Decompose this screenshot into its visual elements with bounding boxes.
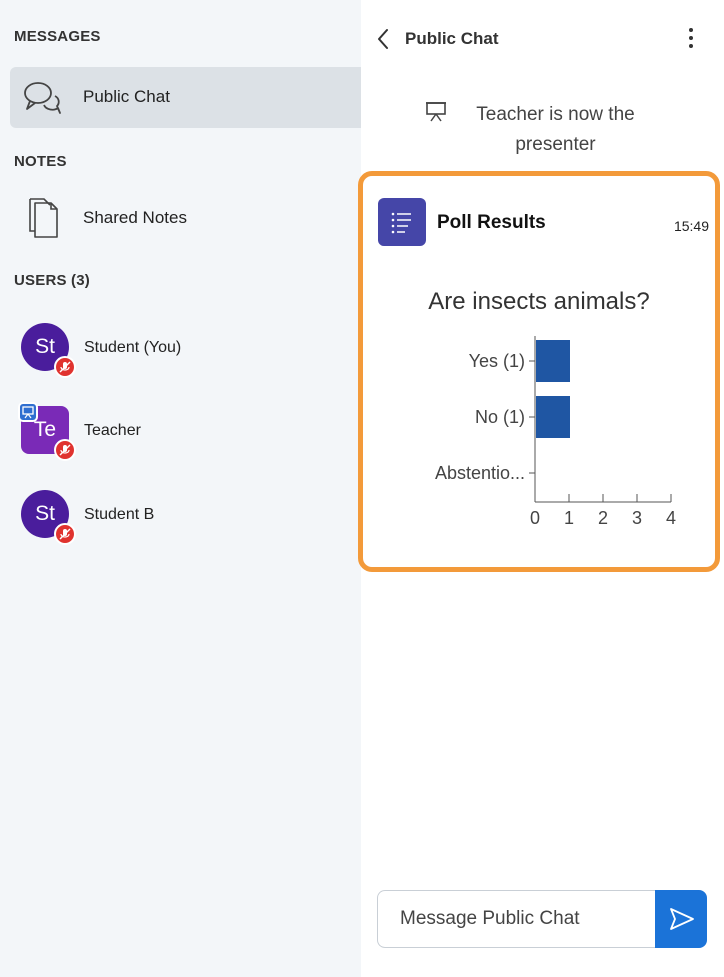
notes-section-title: NOTES <box>14 153 67 170</box>
document-copy-icon <box>29 198 58 238</box>
user-name: Student (You) <box>84 339 182 356</box>
sidebar: MESSAGES Public Chat NOTES Shared Notes … <box>0 0 361 977</box>
sidebar-item-label: Public Chat <box>83 87 170 106</box>
message-timestamp: 15:49 <box>673 218 709 234</box>
muted-microphone-icon <box>54 356 76 378</box>
sidebar-item-label: Shared Notes <box>83 208 187 227</box>
messages-section-title: MESSAGES <box>14 28 101 45</box>
poll-results-chart: Yes (1) No (1) Abstentio... 0 1 2 3 4 <box>435 336 676 528</box>
muted-microphone-icon <box>54 439 76 461</box>
user-list-item[interactable]: St Student B <box>0 485 361 545</box>
system-message: Teacher is now the presenter <box>361 100 724 160</box>
poll-list-icon <box>378 198 426 246</box>
poll-question: Are insects animals? <box>428 288 650 315</box>
panel-title: Public Chat <box>405 29 499 48</box>
poll-title: Poll Results <box>437 212 546 233</box>
presenter-note-text: Teacher is now the presenter <box>476 104 635 155</box>
chat-panel: Public Chat Teacher is now the presenter… <box>358 0 724 977</box>
presentation-icon <box>425 102 446 122</box>
x-tick-label: 3 <box>632 508 642 528</box>
x-tick-label: 4 <box>666 508 676 528</box>
chat-bubbles-icon <box>24 82 61 114</box>
x-tick-label: 1 <box>564 508 574 528</box>
bar <box>536 396 570 438</box>
presenter-icon <box>18 402 38 422</box>
more-options-icon[interactable] <box>679 24 703 52</box>
user-list-item[interactable]: St Student (You) <box>0 318 361 378</box>
bar <box>536 340 570 382</box>
send-arrow-icon <box>670 908 694 930</box>
message-input[interactable]: Message Public Chat <box>377 890 657 948</box>
user-name: Teacher <box>84 422 141 439</box>
back-chevron-icon[interactable] <box>373 26 393 52</box>
x-tick-label: 2 <box>598 508 608 528</box>
category-label: No (1) <box>475 407 525 427</box>
muted-microphone-icon <box>54 523 76 545</box>
user-list-item[interactable]: Te Teacher <box>0 401 361 461</box>
sidebar-item-shared-notes[interactable]: Shared Notes <box>10 193 361 243</box>
user-name: Student B <box>84 506 155 523</box>
category-label: Yes (1) <box>469 351 525 371</box>
sidebar-item-public-chat[interactable]: Public Chat <box>10 67 361 128</box>
x-tick-label: 0 <box>530 508 540 528</box>
category-label: Abstentio... <box>435 463 525 483</box>
poll-result-card: Poll Results 15:49 Are insects animals? … <box>358 171 720 572</box>
send-button[interactable] <box>655 890 707 948</box>
users-section-title: USERS (3) <box>14 272 90 289</box>
